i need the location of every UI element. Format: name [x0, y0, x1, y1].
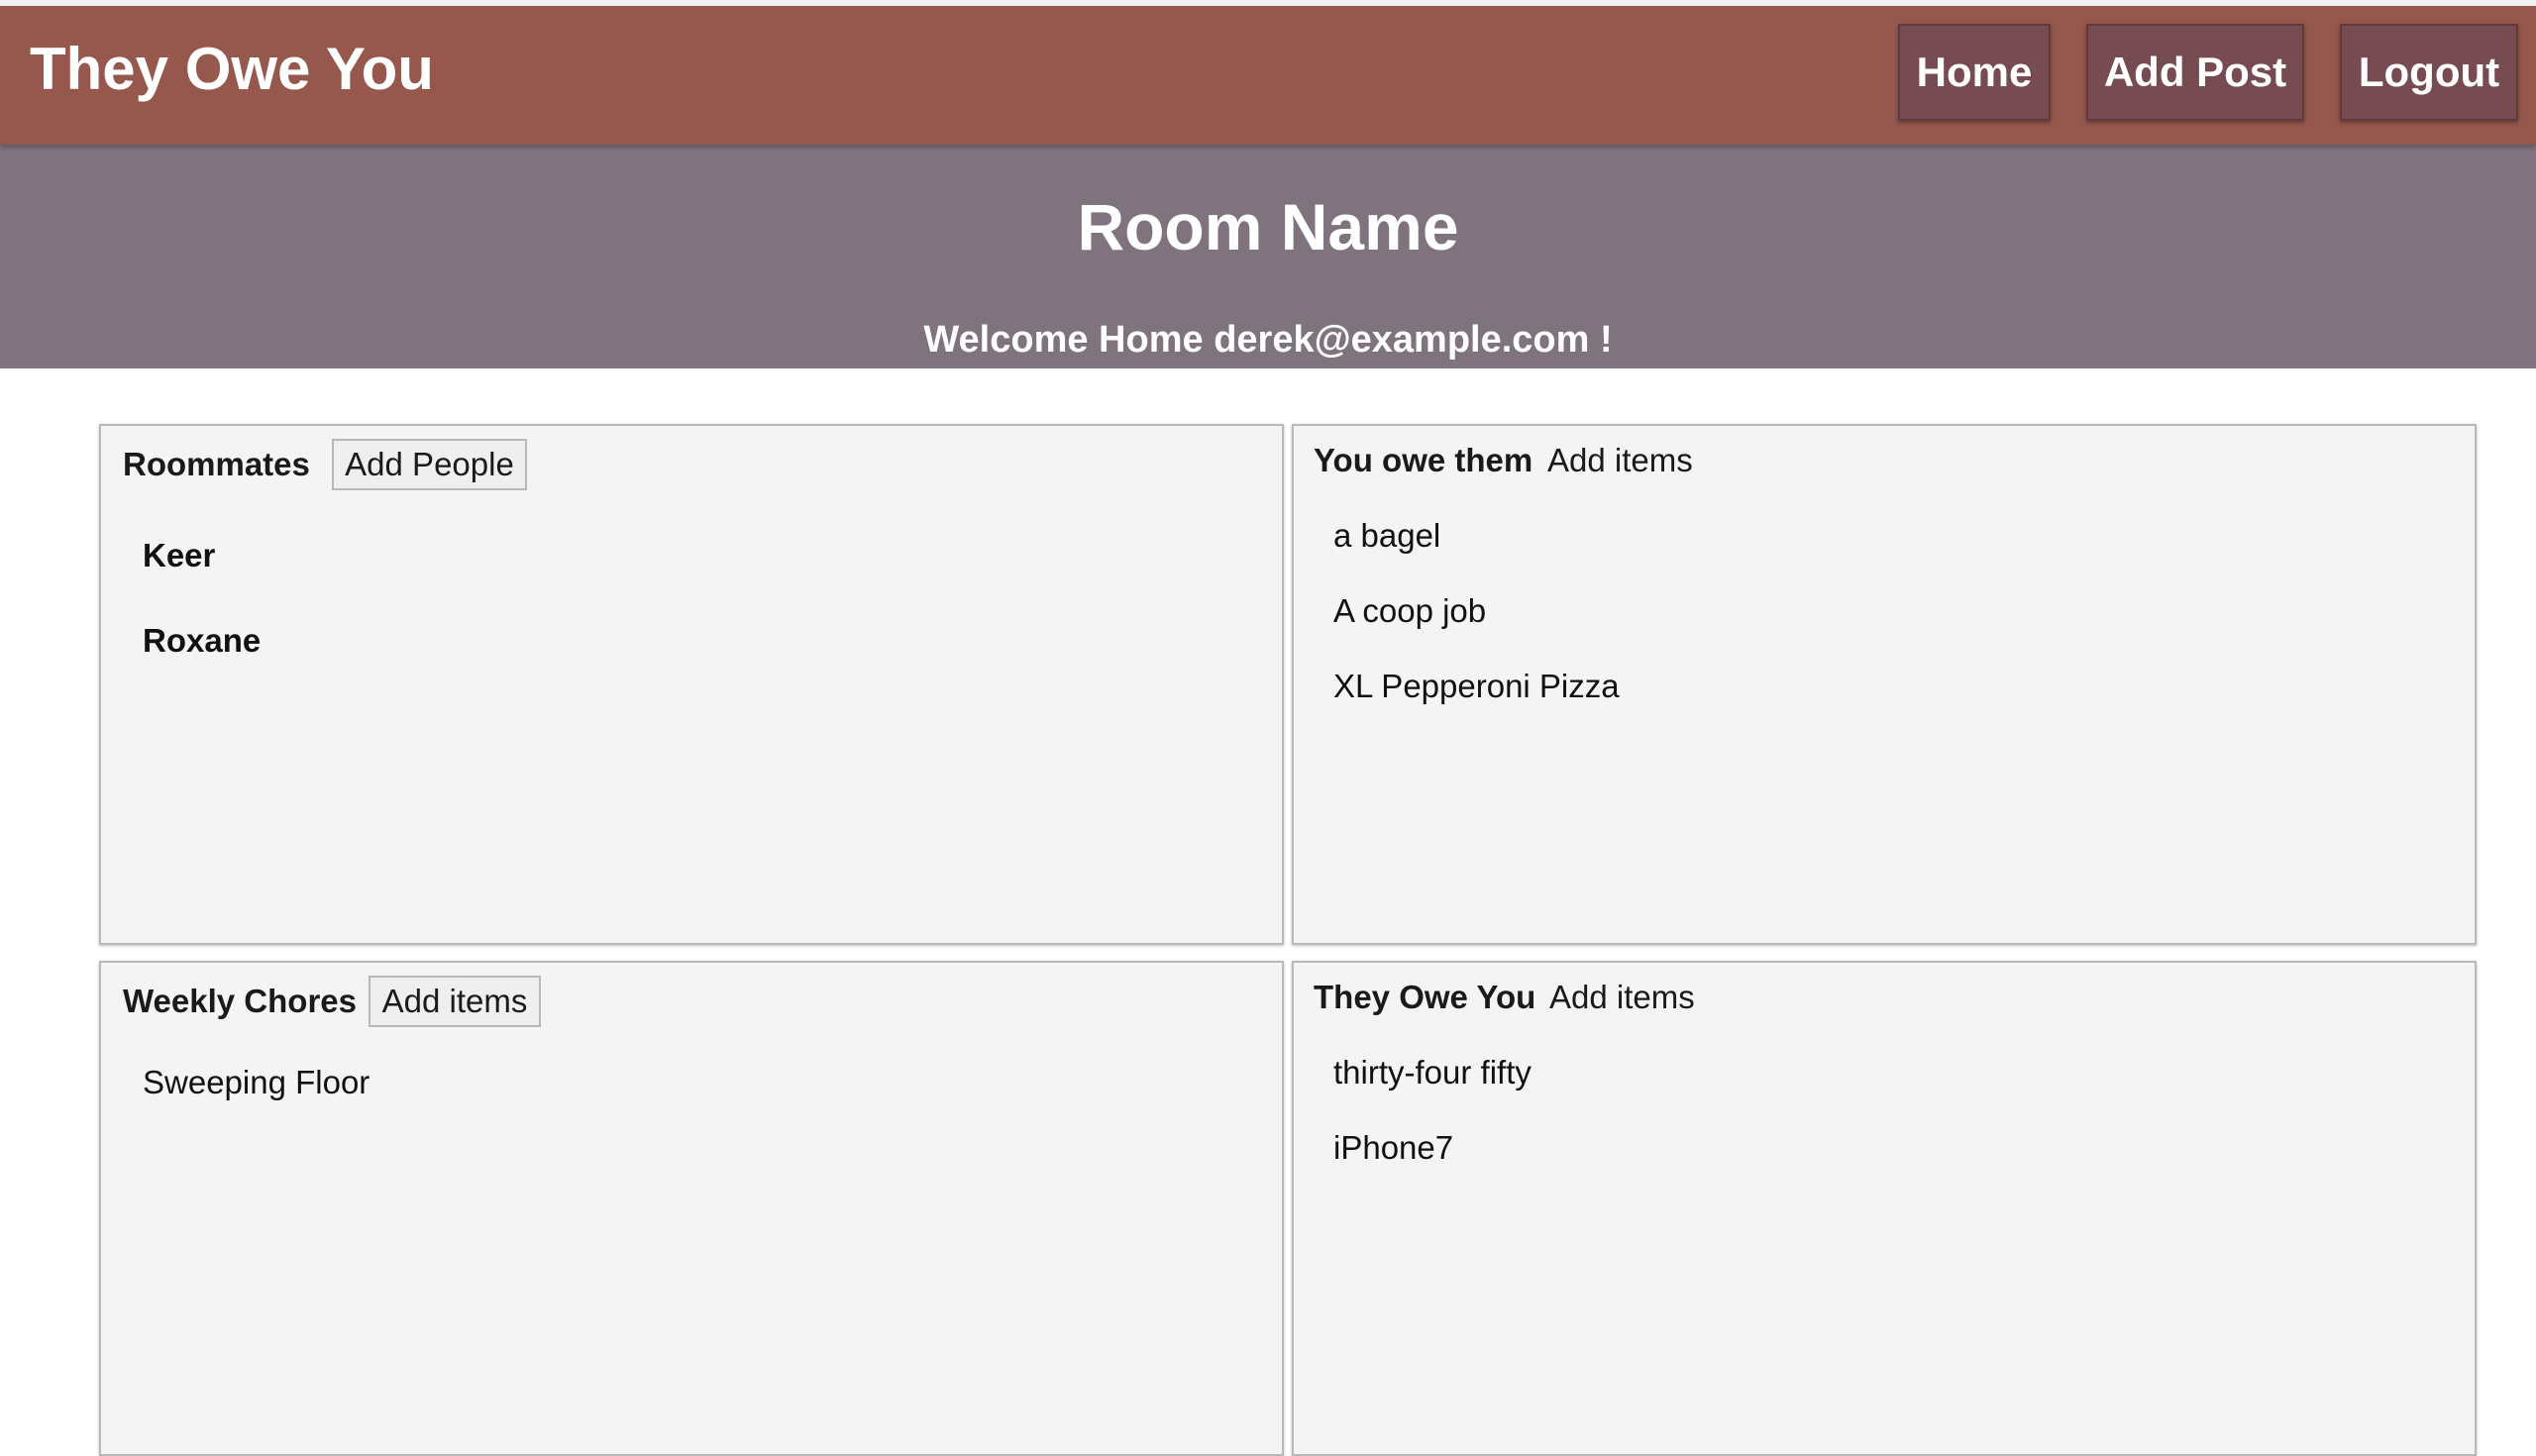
- add-owed-items-button[interactable]: Add items: [1547, 444, 1693, 476]
- add-people-button[interactable]: Add People: [332, 439, 527, 490]
- brand-title[interactable]: They Owe You: [30, 40, 434, 99]
- add-debt-items-button[interactable]: Add items: [1549, 981, 1695, 1013]
- roommates-title: Roommates: [123, 446, 310, 482]
- weekly-chores-title: Weekly Chores: [123, 983, 357, 1019]
- navbar: They Owe You Home Add Post Logout: [0, 6, 2536, 145]
- roommates-panel: Roommates Add People Keer Roxane: [99, 424, 1284, 945]
- roommate-item: Keer: [143, 537, 216, 573]
- room-title: Room Name: [1077, 190, 1459, 263]
- add-chores-button[interactable]: Add items: [369, 976, 541, 1027]
- owed-item: a bagel: [1333, 517, 1441, 554]
- they-owe-you-title: They Owe You: [1314, 979, 1536, 1015]
- add-post-button[interactable]: Add Post: [2086, 24, 2304, 121]
- home-button[interactable]: Home: [1898, 24, 2051, 121]
- weekly-chores-panel: Weekly Chores Add items Sweeping Floor: [99, 961, 1284, 1456]
- you-owe-them-panel: You owe them Add items a bagel A coop jo…: [1292, 424, 2477, 945]
- they-owe-you-panel: They Owe You Add items thirty-four fifty…: [1292, 961, 2477, 1456]
- roommate-item: Roxane: [143, 622, 262, 659]
- logout-button[interactable]: Logout: [2340, 24, 2518, 121]
- you-owe-them-title: You owe them: [1314, 442, 1533, 478]
- room-header: Room Name Welcome Home derek@example.com…: [0, 145, 2536, 368]
- debt-item: thirty-four fifty: [1333, 1054, 1532, 1091]
- welcome-message: Welcome Home derek@example.com !: [923, 319, 1613, 361]
- debt-item: iPhone7: [1333, 1129, 1454, 1166]
- owed-item: XL Pepperoni Pizza: [1333, 668, 1620, 704]
- chore-item: Sweeping Floor: [143, 1064, 370, 1100]
- owed-item: A coop job: [1333, 592, 1487, 629]
